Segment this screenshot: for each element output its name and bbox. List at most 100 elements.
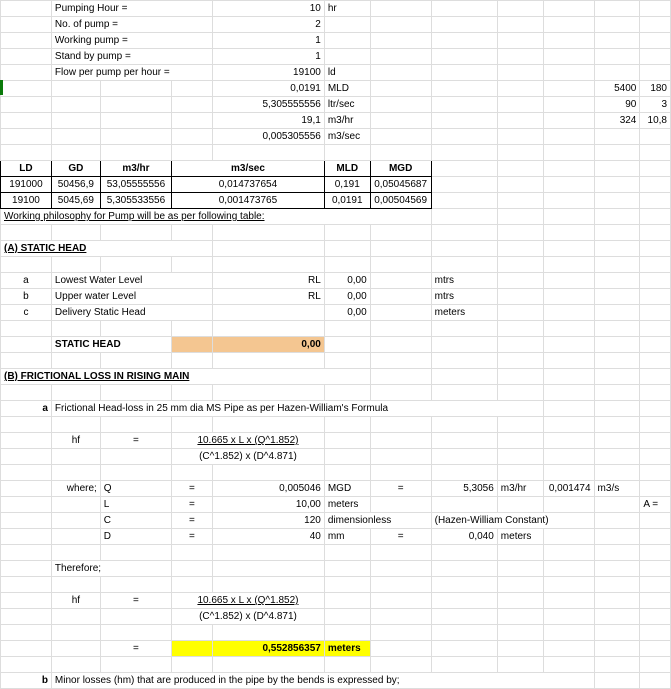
val-working-pump: 1 <box>212 33 324 49</box>
hf-result: 0,552856357 <box>212 641 324 657</box>
var-l: L <box>100 497 171 513</box>
row-c-idx: c <box>1 305 52 321</box>
q-val2: 5,3056 <box>431 481 497 497</box>
val-flow-m3sec: 0,005305556 <box>212 129 324 145</box>
row-c-label: Delivery Static Head <box>51 305 212 321</box>
row-b-idx: b <box>1 289 52 305</box>
unit-ltrsec: ltr/sec <box>324 97 370 113</box>
val-pumping-hour: 10 <box>212 1 324 17</box>
c-note: (Hazen-William Constant) <box>431 513 594 529</box>
label-standby-pump: Stand by pump = <box>51 49 212 65</box>
eq-l: = <box>172 497 213 513</box>
l-val: 10,00 <box>212 497 324 513</box>
col-gd: GD <box>51 161 100 177</box>
b-b-idx: b <box>1 673 52 689</box>
side-108: 10,8 <box>640 113 671 129</box>
table-row: 53,05555556 <box>100 177 171 193</box>
formula-den2: (C^1.852) x (D^4.871) <box>172 609 325 625</box>
col-mgd: MGD <box>370 161 431 177</box>
row-c-unit: meters <box>431 305 497 321</box>
where-label: where; <box>51 481 100 497</box>
label-working-pump: Working pump = <box>51 33 212 49</box>
eq-q: = <box>172 481 213 497</box>
unit-m3sec: m3/sec <box>324 129 370 145</box>
unit-ld: ld <box>324 65 370 81</box>
row-c-val: 0,00 <box>324 305 370 321</box>
table-row: 0,05045687 <box>370 177 431 193</box>
side-324: 324 <box>594 113 640 129</box>
static-head-value: 0,00 <box>212 337 324 353</box>
label-flow-per-pump: Flow per pump per hour = <box>51 65 212 81</box>
val-flow-m3hr: 19,1 <box>212 113 324 129</box>
eq-sign2: = <box>100 593 171 609</box>
row-a-unit: mtrs <box>431 273 497 289</box>
unit-mld: MLD <box>324 81 370 97</box>
val-standby-pump: 1 <box>212 49 324 65</box>
eq-c: = <box>172 513 213 529</box>
var-d: D <box>100 529 171 545</box>
side-5400: 5400 <box>594 81 640 97</box>
d-unit: mm <box>324 529 370 545</box>
table-row: 50456,9 <box>51 177 100 193</box>
d-eq2: = <box>370 529 431 545</box>
row-b-rl: RL <box>212 289 324 305</box>
eq-d: = <box>172 529 213 545</box>
table-row: 0,014737654 <box>172 177 325 193</box>
d-val2: 0,040 <box>431 529 497 545</box>
side-3: 3 <box>640 97 671 113</box>
b-a-idx: a <box>1 401 52 417</box>
col-ld: LD <box>1 161 52 177</box>
table-row: 19100 <box>1 193 52 209</box>
row-a-idx: a <box>1 273 52 289</box>
row-a-label: Lowest Water Level <box>51 273 212 289</box>
col-m3sec: m3/sec <box>172 161 325 177</box>
label-pumping-hour: Pumping Hour = <box>51 1 212 17</box>
d-unit2: meters <box>497 529 543 545</box>
table-row: 191000 <box>1 177 52 193</box>
d-val: 40 <box>212 529 324 545</box>
eq-sign: = <box>100 433 171 449</box>
table-row: 0,0191 <box>324 193 370 209</box>
hf-result-unit: meters <box>324 641 370 657</box>
val-flow-mld: 0,0191 <box>212 81 324 97</box>
hf-label2: hf <box>51 593 100 609</box>
row-b-unit: mtrs <box>431 289 497 305</box>
var-c: C <box>100 513 171 529</box>
row-a-val: 0,00 <box>324 273 370 289</box>
c-val: 120 <box>212 513 324 529</box>
q-eq2: = <box>370 481 431 497</box>
b-b-text: Minor losses (hm) that are produced in t… <box>51 673 594 689</box>
hf-label: hf <box>51 433 100 449</box>
formula-num2: 10.665 x L x (Q^1.852) <box>172 593 325 609</box>
c-unit: dimensionless <box>324 513 431 529</box>
val-no-of-pump: 2 <box>212 17 324 33</box>
table-row: 5,305533556 <box>100 193 171 209</box>
unit-hr: hr <box>324 1 370 17</box>
static-head-label: STATIC HEAD <box>51 337 171 353</box>
col-m3hr: m3/hr <box>100 161 171 177</box>
q-unit3: m3/s <box>594 481 640 497</box>
q-unit2: m3/hr <box>497 481 543 497</box>
formula-den: (C^1.852) x (D^4.871) <box>172 449 325 465</box>
section-b-title: (B) FRICTIONAL LOSS IN RISING MAIN <box>1 369 371 385</box>
row-b-label: Upper water Level <box>51 289 212 305</box>
eq-result: = <box>100 641 171 657</box>
col-mld: MLD <box>324 161 370 177</box>
philosophy-text: Working philosophy for Pump will be as p… <box>1 209 432 225</box>
var-q: Q <box>100 481 171 497</box>
table-row: 0,001473765 <box>172 193 325 209</box>
table-row: 0,00504569 <box>370 193 431 209</box>
formula-num: 10.665 x L x (Q^1.852) <box>172 433 325 449</box>
q-val: 0,005046 <box>212 481 324 497</box>
therefore-label: Therefore; <box>51 561 171 577</box>
q-unit: MGD <box>324 481 370 497</box>
a-equals: A = <box>640 497 671 513</box>
val-flow-ld: 19100 <box>212 65 324 81</box>
q-val3: 0,001474 <box>543 481 594 497</box>
val-flow-ltrsec: 5,305555556 <box>212 97 324 113</box>
unit-m3hr: m3/hr <box>324 113 370 129</box>
row-a-rl: RL <box>212 273 324 289</box>
table-row: 0,191 <box>324 177 370 193</box>
l-unit: meters <box>324 497 370 513</box>
side-90: 90 <box>594 97 640 113</box>
